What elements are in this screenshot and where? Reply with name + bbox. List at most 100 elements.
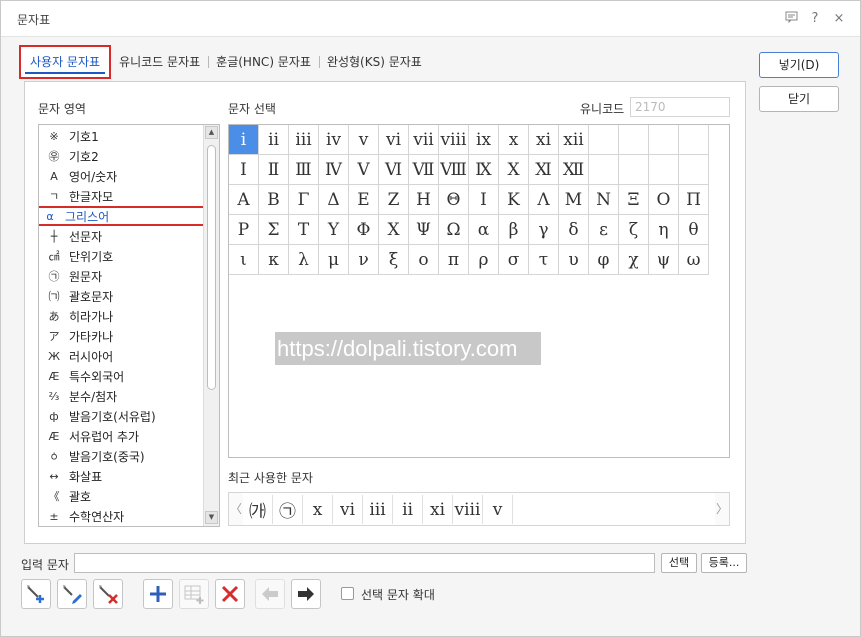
char-cell[interactable]: ⅸ (469, 125, 499, 155)
insert-button[interactable]: 넣기(D) (759, 52, 839, 78)
char-cell[interactable]: Ω (439, 215, 469, 245)
char-cell[interactable]: ⅻ (559, 125, 589, 155)
char-cell[interactable]: ⅳ (319, 125, 349, 155)
select-button[interactable]: 선택 (661, 553, 697, 573)
char-cell[interactable]: Π (679, 185, 709, 215)
help-icon[interactable]: ? (808, 11, 822, 27)
char-cell[interactable]: Ⅺ (529, 155, 559, 185)
enlarge-checkbox[interactable] (341, 587, 354, 600)
char-cell[interactable]: Γ (289, 185, 319, 215)
delete-charset-button[interactable] (93, 579, 123, 609)
recent-char-cell[interactable]: ㈎ (243, 495, 273, 524)
category-item[interactable]: ア 가타카나 (39, 326, 205, 346)
edit-charset-button[interactable] (57, 579, 87, 609)
char-cell[interactable]: ν (349, 245, 379, 275)
char-cell[interactable]: ζ (619, 215, 649, 245)
char-cell[interactable]: Ρ (229, 215, 259, 245)
char-cell[interactable]: β (499, 215, 529, 245)
add-char-button[interactable] (143, 579, 173, 609)
char-cell[interactable]: Θ (439, 185, 469, 215)
char-cell[interactable]: ⅵ (379, 125, 409, 155)
char-cell[interactable]: Η (409, 185, 439, 215)
char-cell[interactable]: ⅲ (289, 125, 319, 155)
char-cell[interactable]: Ⅴ (349, 155, 379, 185)
char-cell[interactable]: Ψ (409, 215, 439, 245)
char-cell[interactable]: ε (589, 215, 619, 245)
char-cell[interactable]: γ (529, 215, 559, 245)
char-cell[interactable]: Ⅳ (319, 155, 349, 185)
char-cell[interactable]: Χ (379, 215, 409, 245)
category-item[interactable]: Æ 서유럽어 추가 (39, 426, 205, 446)
char-cell[interactable] (619, 125, 649, 155)
tab-ks-charmap[interactable]: 완성형(KS) 문자표 (318, 45, 430, 79)
char-cell[interactable]: Ζ (379, 185, 409, 215)
char-cell[interactable]: Ξ (619, 185, 649, 215)
speech-bubble-icon[interactable] (784, 11, 798, 27)
char-cell[interactable]: Ⅵ (379, 155, 409, 185)
recent-prev-icon[interactable]: 〈 (229, 493, 243, 525)
delete-char-button[interactable] (215, 579, 245, 609)
recent-next-icon[interactable]: 〉 (715, 493, 729, 525)
category-item[interactable]: ↔ 화살표 (39, 466, 205, 486)
char-cell[interactable]: ⅰ (229, 125, 259, 155)
recent-char-cell[interactable]: ⅺ (423, 495, 453, 524)
category-item[interactable]: ㆁ 발음기호(중국) (39, 446, 205, 466)
category-item[interactable]: ㉠ 원문자 (39, 266, 205, 286)
category-item[interactable]: ⅔ 분수/첨자 (39, 386, 205, 406)
add-table-button[interactable] (179, 579, 209, 609)
char-cell[interactable] (649, 155, 679, 185)
char-cell[interactable]: Ⅶ (409, 155, 439, 185)
char-cell[interactable]: Ⅷ (439, 155, 469, 185)
char-cell[interactable]: Σ (259, 215, 289, 245)
category-item[interactable]: Ж 러시아어 (39, 346, 205, 366)
recent-char-cell[interactable]: ⅱ (393, 495, 423, 524)
char-cell[interactable]: θ (679, 215, 709, 245)
char-cell[interactable]: ⅹ (499, 125, 529, 155)
char-cell[interactable]: ⅺ (529, 125, 559, 155)
char-cell[interactable]: α (469, 215, 499, 245)
recent-char-cell[interactable]: ⅵ (333, 495, 363, 524)
category-item[interactable]: ┼ 선문자 (39, 226, 205, 246)
move-right-button[interactable] (291, 579, 321, 609)
char-cell[interactable]: σ (499, 245, 529, 275)
category-item[interactable]: ф 발음기호(서유럽) (39, 406, 205, 426)
char-cell[interactable]: Κ (499, 185, 529, 215)
recent-char-cell[interactable]: ⅷ (453, 495, 483, 524)
close-button[interactable]: 닫기 (759, 86, 839, 112)
scroll-down-icon[interactable]: ▼ (205, 511, 218, 524)
char-cell[interactable]: Ο (649, 185, 679, 215)
char-cell[interactable]: κ (259, 245, 289, 275)
category-scrollbar[interactable]: ▲ ▼ (203, 125, 219, 526)
char-cell[interactable]: Ⅱ (259, 155, 289, 185)
char-cell[interactable]: ρ (469, 245, 499, 275)
char-cell[interactable] (679, 155, 709, 185)
unicode-input[interactable]: 2170 (630, 97, 730, 117)
char-cell[interactable] (589, 125, 619, 155)
category-item[interactable]: ㎠ 단위기호 (39, 246, 205, 266)
char-cell[interactable]: ⅶ (409, 125, 439, 155)
recent-char-cell[interactable]: ⅲ (363, 495, 393, 524)
char-cell[interactable]: χ (619, 245, 649, 275)
char-cell[interactable]: ο (409, 245, 439, 275)
char-cell[interactable]: Ι (469, 185, 499, 215)
char-cell[interactable]: δ (559, 215, 589, 245)
close-icon[interactable]: × (832, 11, 846, 27)
category-item[interactable]: Æ 특수외국어 (39, 366, 205, 386)
char-cell[interactable]: Ⅰ (229, 155, 259, 185)
recent-char-cell[interactable]: ⅴ (483, 495, 513, 524)
char-cell[interactable] (649, 125, 679, 155)
char-cell[interactable]: η (649, 215, 679, 245)
char-cell[interactable]: ⅱ (259, 125, 289, 155)
scroll-thumb[interactable] (207, 145, 216, 390)
char-cell[interactable]: Υ (319, 215, 349, 245)
tab-unicode-charmap[interactable]: 유니코드 문자표 (111, 45, 208, 79)
add-charset-button[interactable] (21, 579, 51, 609)
char-cell[interactable] (619, 155, 649, 185)
char-cell[interactable]: φ (589, 245, 619, 275)
char-cell[interactable]: ω (679, 245, 709, 275)
char-cell[interactable]: Μ (559, 185, 589, 215)
char-cell[interactable]: ⅴ (349, 125, 379, 155)
category-item[interactable]: ± 수학연산자 (39, 506, 205, 526)
char-cell[interactable]: Ⅻ (559, 155, 589, 185)
category-item[interactable]: ㈀ 괄호문자 (39, 286, 205, 306)
